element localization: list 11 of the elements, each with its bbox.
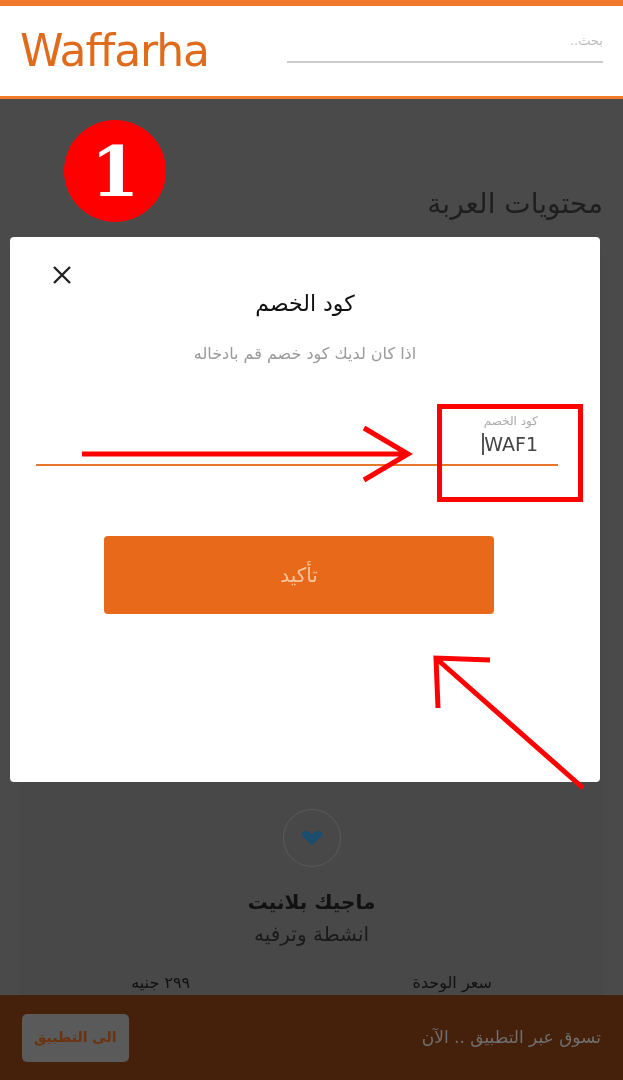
dialog-message: اذا كان لديك كود خصم قم بادخاله — [193, 343, 417, 366]
step-badge: 1 — [64, 120, 166, 222]
product-name: ماجيك بلانيت — [247, 889, 376, 916]
field-value: WAF1 — [484, 431, 538, 457]
price-label: سعر الوحدة — [412, 972, 492, 995]
search-field[interactable]: بحث.. — [287, 31, 603, 63]
field-label: كود الخصم — [483, 412, 538, 430]
dialog-title: كود الخصم — [255, 290, 355, 319]
logo[interactable]: Waffarha — [20, 29, 209, 73]
banner-text: تسوق عبر التطبيق .. الآن — [421, 1025, 601, 1049]
confirm-button[interactable]: تأكيد — [104, 536, 494, 614]
